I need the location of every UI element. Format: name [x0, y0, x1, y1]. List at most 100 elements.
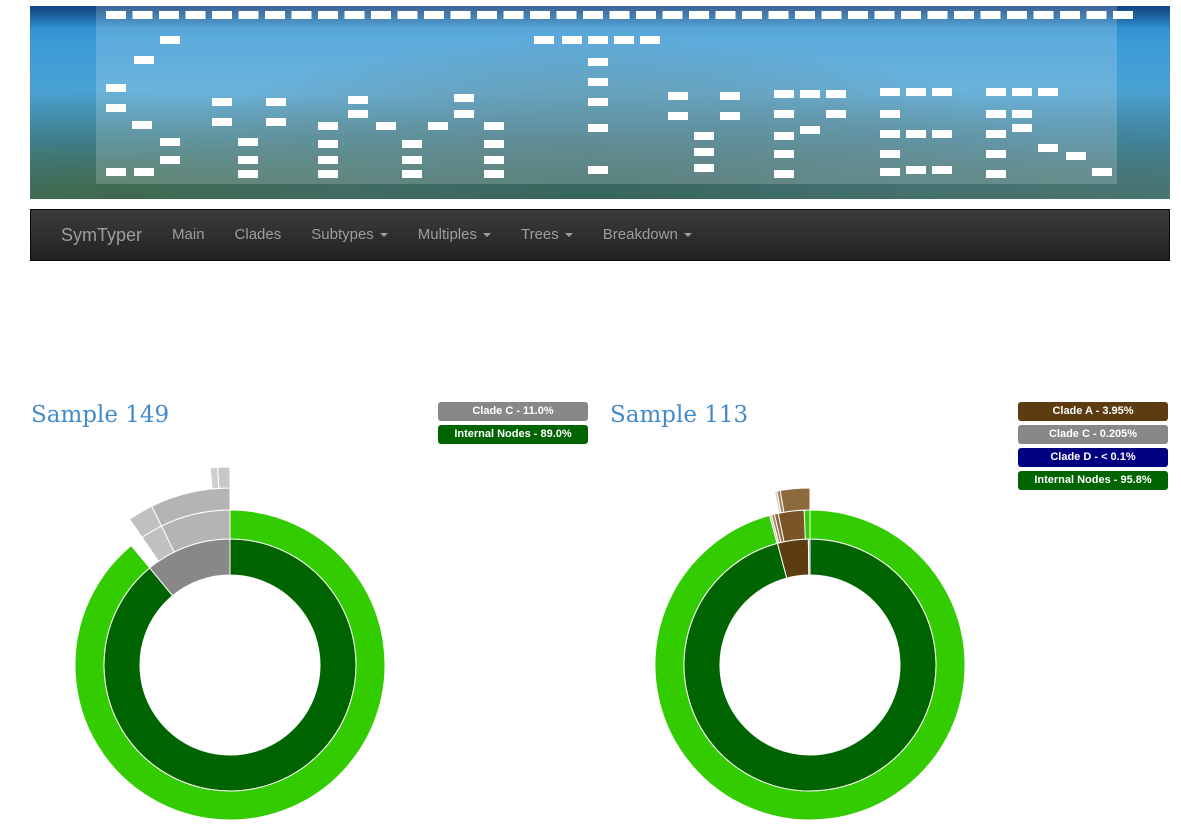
banner-block [397, 11, 418, 19]
nav-breakdown-label: Breakdown [602, 226, 678, 243]
banner-block [720, 92, 740, 100]
banner-block [583, 11, 603, 19]
banner-block [986, 150, 1006, 158]
legend-item-clade-c[interactable]: Clade C - 11.0% [438, 402, 588, 421]
banner-block [588, 58, 608, 66]
banner-block [689, 11, 709, 19]
banner-block-pattern [106, 11, 1133, 178]
nav-main[interactable]: Main [157, 209, 220, 261]
banner-block [880, 168, 900, 176]
banner-block [588, 36, 608, 44]
sample-113-legend: Clade A - 3.95% Clade C - 0.205% Clade D… [1018, 402, 1168, 494]
banner-block [800, 90, 820, 98]
banner-block [986, 170, 1006, 178]
brand-link[interactable]: SymTyper [31, 209, 157, 261]
banner-block [694, 148, 714, 156]
legend-item-clade-a[interactable]: Clade A - 3.95% [1018, 402, 1168, 421]
banner-block [880, 110, 900, 118]
banner-block [266, 98, 286, 106]
banner-block [402, 170, 422, 178]
banner-block [562, 36, 582, 44]
ring-segment-internal-nodes[interactable] [103, 538, 357, 792]
nav-trees-label: Trees [520, 226, 559, 243]
nav-subtypes-dropdown[interactable]: Subtypes [296, 209, 403, 261]
banner-block [159, 11, 179, 19]
banner-block [1086, 11, 1107, 19]
outer-segment-clade-c[interactable] [217, 466, 231, 489]
banner-block [694, 132, 714, 140]
nav-multiples-dropdown[interactable]: Multiples [403, 209, 506, 261]
banner-block [484, 156, 504, 164]
navbar: SymTyper Main Clades Subtypes Multiples … [30, 209, 1170, 261]
sample-113-sunburst-chart [654, 487, 966, 821]
banner-block [880, 130, 900, 138]
nav-clades[interactable]: Clades [220, 209, 297, 261]
sample-149-legend: Clade C - 11.0% Internal Nodes - 89.0% [438, 402, 588, 448]
ring-segment-internal-nodes[interactable] [683, 538, 937, 792]
banner-block [662, 11, 683, 19]
outer-segment-clade-a[interactable] [779, 487, 811, 513]
banner-block [238, 138, 258, 146]
banner-block [614, 36, 634, 44]
banner-block [1060, 11, 1080, 19]
banner-block [185, 11, 206, 19]
banner-block [376, 122, 396, 130]
ring-segment-clade-c[interactable] [807, 538, 811, 576]
nav-breakdown-dropdown[interactable]: Breakdown [588, 209, 707, 261]
banner-block [371, 11, 391, 19]
banner-block [906, 130, 926, 138]
banner-block [774, 150, 794, 158]
banner-block [848, 11, 868, 19]
sample-149-sunburst-chart [74, 466, 386, 821]
banner-block [160, 138, 180, 146]
banner-block [484, 122, 504, 130]
banner-block [318, 11, 338, 19]
nav-multiples-label: Multiples [417, 226, 477, 243]
legend-item-clade-d[interactable]: Clade D - < 0.1% [1018, 448, 1168, 467]
banner-block [106, 104, 126, 112]
legend-item-internal-nodes[interactable]: Internal Nodes - 89.0% [438, 425, 588, 444]
outer-segment-clade-c[interactable] [209, 466, 220, 490]
banner-block [1038, 144, 1058, 152]
banner-block [906, 166, 926, 174]
nav-trees-dropdown[interactable]: Trees [506, 209, 588, 261]
banner-block [932, 166, 952, 174]
banner-block [132, 121, 152, 129]
banner-block [212, 118, 232, 126]
banner-block [826, 90, 846, 98]
banner-block [534, 36, 554, 44]
banner-block [588, 166, 608, 174]
banner-block [106, 84, 126, 92]
banner-block [454, 94, 474, 102]
banner-block [588, 124, 608, 132]
banner-block [503, 11, 524, 19]
banner-block [160, 36, 180, 44]
nav-clades-label: Clades [234, 226, 282, 243]
legend-item-clade-c[interactable]: Clade C - 0.205% [1018, 425, 1168, 444]
banner-block [588, 78, 608, 86]
banner-block [212, 98, 232, 106]
banner-block [774, 170, 794, 178]
banner-block [774, 90, 794, 98]
banner-block [588, 98, 608, 106]
legend-item-internal-nodes[interactable]: Internal Nodes - 95.8% [1018, 471, 1168, 490]
banner-block [1012, 88, 1032, 96]
banner-block [795, 11, 815, 19]
banner-block [1012, 110, 1032, 118]
nav-main-label: Main [172, 226, 205, 243]
caret-down-icon [683, 233, 692, 237]
banner-block [238, 11, 259, 19]
banner-block [344, 11, 365, 19]
banner-block [212, 11, 232, 19]
banner-block [556, 11, 577, 19]
sample-113-title: Sample 113 [610, 402, 749, 428]
banner-block [640, 36, 660, 44]
banner-block [668, 92, 688, 100]
banner-block [484, 170, 504, 178]
banner-block [880, 150, 900, 158]
banner-block [454, 110, 474, 118]
banner-block [826, 110, 846, 118]
banner-block [986, 110, 1006, 118]
banner-block [980, 11, 1001, 19]
banner-block [986, 88, 1006, 96]
